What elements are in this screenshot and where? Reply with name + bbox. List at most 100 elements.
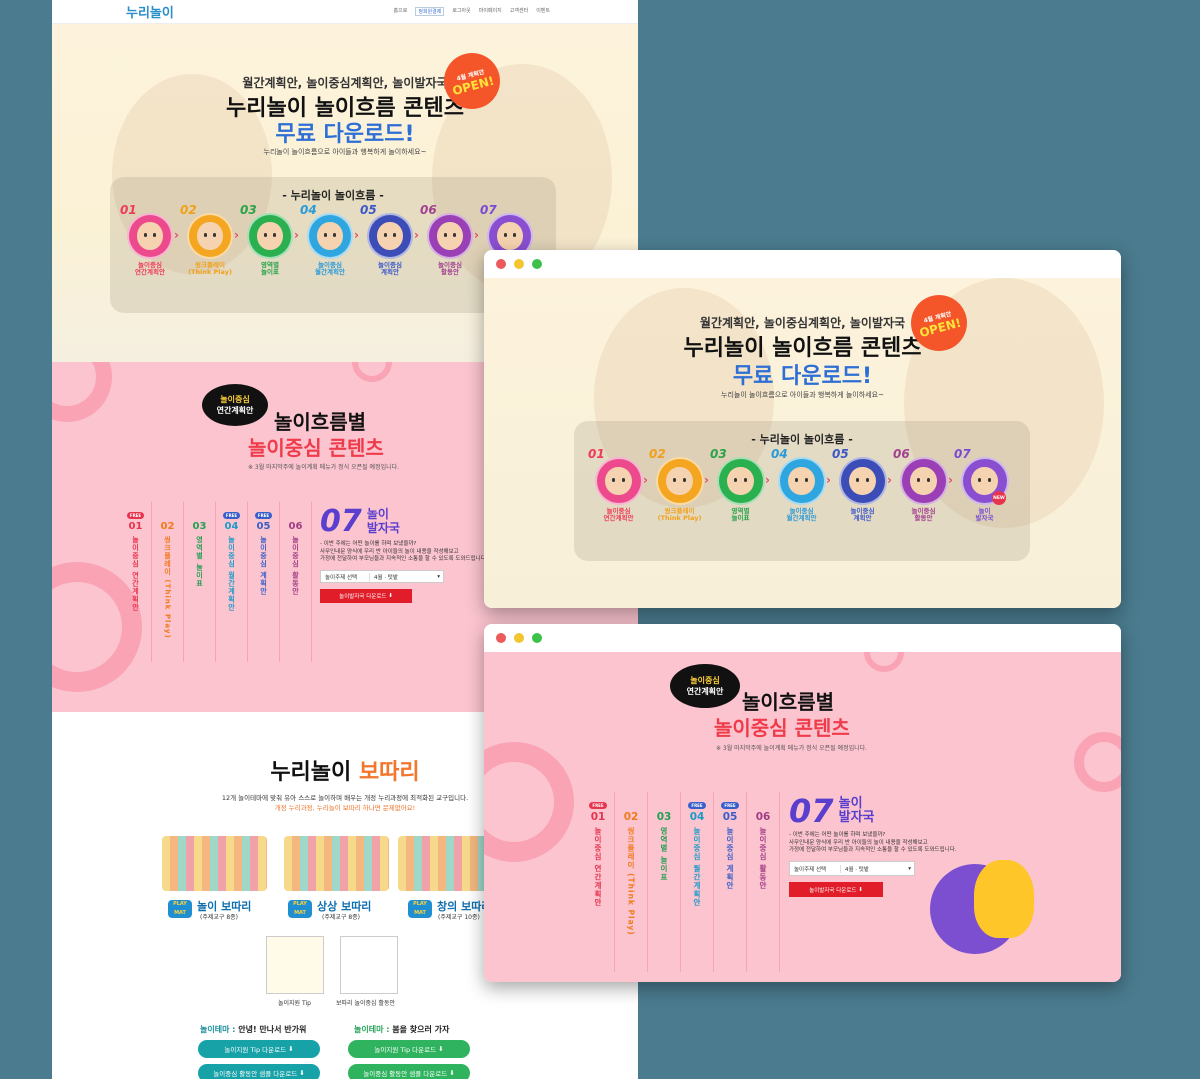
flow-tab[interactable]: FREE 01 놀이중심 연간계획안 [582, 792, 615, 972]
free-badge: FREE [222, 512, 241, 519]
flow-step[interactable]: 01 놀이중심 연간계획안 › [588, 447, 649, 523]
nav-mypage[interactable]: 마이페이지 [479, 7, 502, 16]
theme-heading-1: 놀이테마 : 안녕! 만나서 반가워 [200, 1025, 307, 1034]
step-number: 06 [420, 203, 437, 217]
maximize-dot[interactable] [532, 633, 542, 643]
flow-tab[interactable]: FREE 05 놀이중심 계획안 [714, 792, 747, 972]
kit-image [162, 836, 267, 891]
nav-event[interactable]: 이벤트 [536, 7, 550, 16]
tab-label: 영역별 놀이표 [195, 536, 204, 588]
doc-thumbnail [266, 936, 324, 994]
step-label: 놀이중심 계획안 [378, 261, 402, 277]
close-dot[interactable] [496, 259, 506, 269]
arrow-right-icon: › [948, 473, 953, 487]
flow-tab[interactable]: FREE03영역별 놀이표 [184, 502, 216, 662]
flow-step[interactable]: 02 씽크플레이 (Think Play) › [649, 447, 710, 523]
deco-ring [352, 362, 392, 382]
flow-step[interactable]: 06 놀이중심 활동안 › [420, 203, 480, 277]
nav-membership[interactable]: 정회원결제 [415, 7, 445, 16]
flow-step[interactable]: 04 놀이중심 월간계획안 › [771, 447, 832, 523]
arrow-right-icon: › [704, 473, 709, 487]
flow-tab[interactable]: FREE02씽크플레이 (Think Play) [615, 792, 648, 972]
flow-tab[interactable]: FREE03영역별 놀이표 [648, 792, 681, 972]
window-content-body: 놀이중심 연간계획안 놀이흐름별 놀이중심 콘텐츠 ※ 3월 마지막주에 놀이계획… [484, 652, 1121, 982]
step-label: 씽크플레이 (Think Play) [657, 507, 702, 523]
step-character-icon [777, 457, 826, 505]
content-title: 놀이흐름별 [274, 410, 366, 434]
flow-step[interactable]: 05 놀이중심 계획안 › [832, 447, 893, 523]
character-face [727, 466, 754, 496]
doc-label: 보따리 놀이중심 활동안 [336, 1000, 396, 1007]
maximize-dot[interactable] [532, 259, 542, 269]
flow-tab[interactable]: FREE 05 놀이중심 계획안 [248, 502, 280, 662]
sample-download-button-2[interactable]: 놀이중심 활동안 샘플 다운로드 ⬇ [348, 1064, 470, 1079]
arrow-right-icon: › [414, 228, 419, 242]
tab-number: 06 [755, 811, 771, 823]
flow-step[interactable]: 05 놀이중심 계획안 › [360, 203, 420, 277]
kit-image [284, 836, 389, 891]
tab-label: 놀이중심 연간계획안 [593, 827, 603, 908]
step-label: 놀이중심 활동안 [911, 507, 936, 523]
flow-steps: 01 놀이중심 연간계획안 › 02 씽크플레이 (Think Play) › 03 영역별 놀이표… [588, 447, 1015, 523]
step-character-icon [655, 457, 704, 505]
flow-tab[interactable]: FREE 04 놀이중심 월간계획안 [681, 792, 714, 972]
flow-tab[interactable]: FREE 01 놀이중심 연간계획안 [120, 502, 152, 662]
step-label: 놀이중심 계획안 [850, 507, 875, 523]
browser-window-content: 놀이중심 연간계획안 놀이흐름별 놀이중심 콘텐츠 ※ 3월 마지막주에 놀이계획… [484, 624, 1121, 982]
flow-tabs: FREE 01 놀이중심 연간계획안 FREE 02 씽크플레이 (Think Play)… [120, 502, 312, 662]
flow-title: - 누리놀이 놀이흐름 - [282, 189, 384, 202]
minimize-dot[interactable] [514, 259, 524, 269]
character-face [437, 222, 463, 250]
playmat-logo: PLAY MAT [288, 900, 312, 918]
nav-home[interactable]: 홈으로 [394, 7, 408, 16]
nav-logout[interactable]: 로그아웃 [452, 7, 470, 16]
sample-download-button-1[interactable]: 놀이중심 활동안 샘플 다운로드 ⬇ [198, 1064, 320, 1079]
flow-step[interactable]: 02 씽크플레이 (Think Play) › [180, 203, 240, 277]
hero-highlight: 무료 다운로드! [275, 122, 415, 147]
download-button[interactable]: 놀이발자국 다운로드 ⬇ [789, 882, 883, 898]
site-logo[interactable]: 누리놀이 [126, 2, 174, 21]
flow-tab[interactable]: FREE 04 놀이중심 월간계획안 [216, 502, 248, 662]
flow-box: - 누리놀이 놀이흐름 - 01 놀이중심 연간계획안 › 02 씽크플레이 (Think … [574, 421, 1030, 561]
flow-tab[interactable]: FREE06놀이중심 활동안 [280, 502, 312, 662]
step-number: 05 [360, 203, 377, 217]
flow-step[interactable]: 01 놀이중심 연간계획안 › [120, 203, 180, 277]
kit-sub: (주제교구 8종) [200, 914, 239, 921]
close-dot[interactable] [496, 633, 506, 643]
tab-label: 놀이중심 월간계획안 [227, 536, 236, 612]
footprint-desc: - 이번 주에는 어떤 놀이를 하며 보냈을까? 사무인내문 양식에 우리 반 아… [789, 832, 957, 854]
flow-step[interactable]: 03 영역별 놀이표 › [240, 203, 300, 277]
step-label: 씽크플레이 (Think Play) [188, 261, 232, 277]
free-badge: FREE [688, 802, 706, 809]
step-number: 05 [832, 447, 849, 461]
theme-select[interactable]: 놀이주제 선택 4월 · 텃밭 ▾ [789, 861, 915, 877]
step-number: 06 [893, 447, 910, 461]
flow-tab[interactable]: FREE06놀이중심 활동안 [747, 792, 780, 972]
content-note: ※ 3월 마지막주에 놀이계획 메뉴가 정식 오픈될 예정입니다. [248, 464, 400, 471]
tab-number: 04 [224, 521, 239, 532]
theme-select[interactable]: 놀이주제 선택 4월 · 텃밭 ▾ [320, 570, 444, 584]
tab-number: 03 [656, 811, 672, 823]
step-character-icon [367, 213, 413, 259]
character-face [971, 466, 998, 496]
step-number: 02 [649, 447, 666, 461]
step-label: 놀이중심 월간계획안 [786, 507, 817, 523]
flow-step[interactable]: 07 놀이 발자국 NEW [954, 447, 1015, 523]
arrow-right-icon: › [765, 473, 770, 487]
flow-title: - 누리놀이 놀이흐름 - [751, 433, 853, 446]
hero-highlight: 무료 다운로드! [732, 364, 873, 389]
character-face [666, 466, 693, 496]
minimize-dot[interactable] [514, 633, 524, 643]
flow-step[interactable]: 04 놀이중심 월간계획안 › [300, 203, 360, 277]
step-number: 07 [954, 447, 971, 461]
tip-download-button-1[interactable]: 놀이지원 Tip 다운로드 ⬇ [198, 1040, 320, 1058]
deco-ring [864, 652, 904, 672]
download-button[interactable]: 놀이발자국 다운로드 ⬇ [320, 589, 412, 604]
free-badge: FREE [721, 802, 739, 809]
flow-step[interactable]: 03 영역별 놀이표 › [710, 447, 771, 523]
arrow-right-icon: › [643, 473, 648, 487]
nav-support[interactable]: 고객센터 [510, 7, 528, 16]
tip-download-button-2[interactable]: 놀이지원 Tip 다운로드 ⬇ [348, 1040, 470, 1058]
flow-tab[interactable]: FREE02씽크플레이 (Think Play) [152, 502, 184, 662]
flow-step[interactable]: 06 놀이중심 활동안 › [893, 447, 954, 523]
